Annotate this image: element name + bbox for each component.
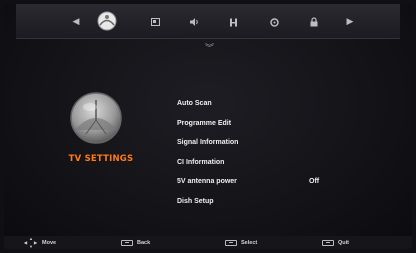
footer-back-label: Back bbox=[137, 239, 151, 246]
footer-select-label: Select bbox=[241, 239, 258, 246]
footer-move: ▲ ◀ ▶ ▼ Move bbox=[24, 236, 56, 249]
menu-item-antenna-power[interactable]: 5V antenna power Off bbox=[177, 178, 319, 198]
menu-item-label: Dish Setup bbox=[177, 197, 214, 205]
menu-item-programme-edit[interactable]: Programme Edit bbox=[177, 120, 238, 140]
menu-item-label: Programme Edit bbox=[177, 119, 232, 127]
dpad-icon: ▲ ◀ ▶ ▼ bbox=[24, 235, 38, 249]
exit-key-icon bbox=[322, 239, 334, 246]
footer-select: Select bbox=[225, 236, 257, 249]
left-arrow-icon[interactable]: ◀ bbox=[70, 16, 82, 28]
footer-quit: Quit bbox=[322, 236, 349, 249]
input-icon[interactable]: ▶ bbox=[344, 16, 356, 28]
menu-item-label: CI Information bbox=[177, 158, 225, 166]
footer-hint-bar: ▲ ◀ ▶ ▼ Move Back Select Quit bbox=[4, 236, 412, 249]
menu-item-label: Auto Scan bbox=[177, 100, 212, 107]
menu-key-icon bbox=[121, 239, 133, 246]
sound-icon[interactable] bbox=[189, 16, 201, 28]
picture-icon[interactable] bbox=[149, 16, 161, 28]
antenna-power-value[interactable]: Off bbox=[309, 178, 319, 185]
menu-item-ci-information[interactable]: CI Information bbox=[177, 159, 238, 179]
tv-settings-icon[interactable] bbox=[96, 10, 118, 32]
chevron-down-icon: ︾ bbox=[205, 44, 215, 54]
ok-key-icon bbox=[225, 239, 237, 246]
footer-quit-label: Quit bbox=[338, 239, 349, 246]
settings-icon[interactable] bbox=[268, 16, 280, 28]
settings-menu: Auto Scan Programme Edit Signal Informat… bbox=[177, 100, 319, 218]
menu-category-bar: ◀ ▶ bbox=[16, 4, 400, 39]
menu-item-auto-scan[interactable]: Auto Scan bbox=[177, 100, 238, 120]
timer-icon[interactable] bbox=[227, 16, 239, 28]
menu-item-label: Signal Information bbox=[177, 139, 239, 146]
lock-icon[interactable] bbox=[308, 16, 320, 28]
footer-move-label: Move bbox=[42, 239, 57, 246]
footer-back: Back bbox=[121, 236, 150, 249]
menu-item-signal-information[interactable]: Signal Information bbox=[177, 139, 238, 159]
tv-settings-emblem bbox=[68, 90, 124, 146]
category-title: TV SETTINGS bbox=[68, 154, 134, 164]
menu-item-label: 5V antenna power bbox=[177, 178, 237, 185]
tv-osd-screen: ◀ ▶ ︾ TV SETTINGS Auto Scan Programme Ed… bbox=[4, 4, 412, 249]
menu-item-dish-setup[interactable]: Dish Setup bbox=[177, 198, 238, 218]
